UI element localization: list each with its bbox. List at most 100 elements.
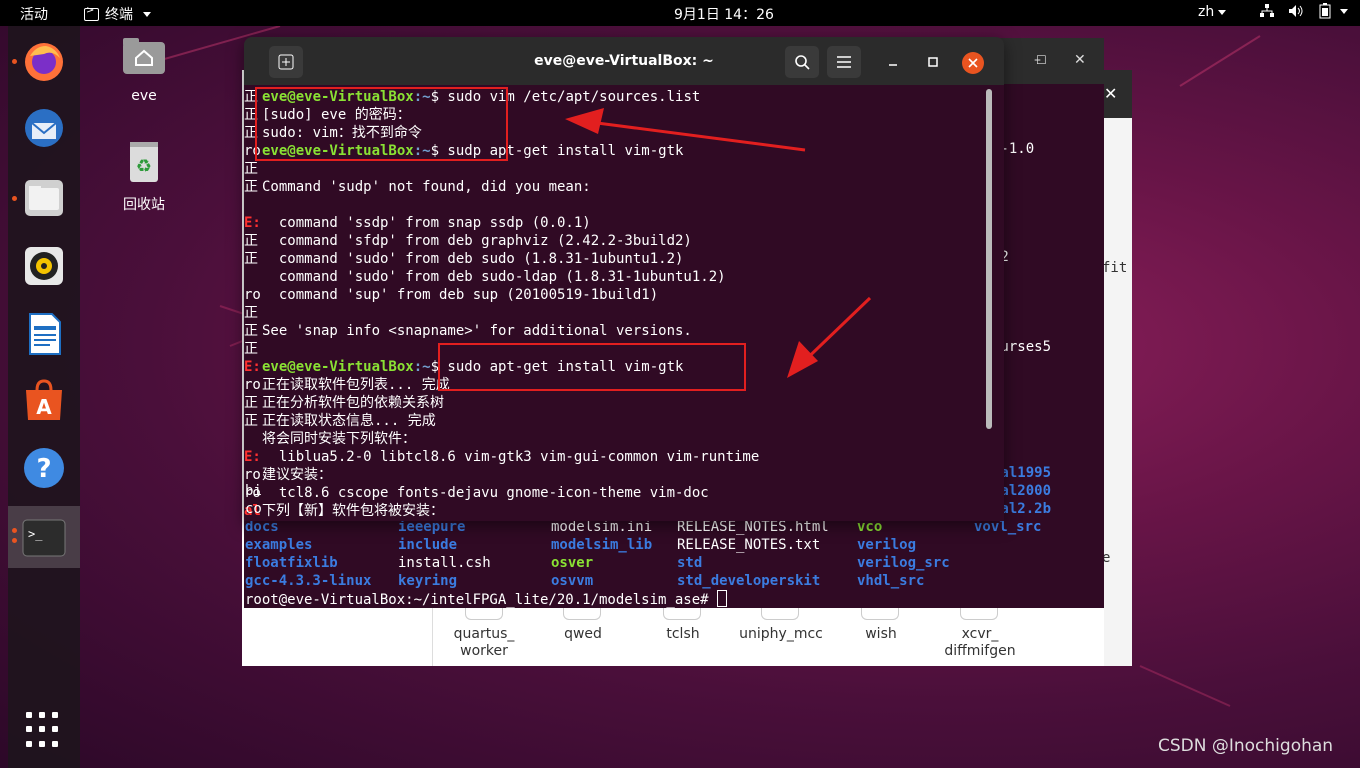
software-bag-icon: A [26, 379, 62, 420]
file-manager-divider [432, 600, 433, 666]
dock-terminal[interactable]: >_ [22, 516, 66, 560]
volume-icon [1289, 5, 1303, 17]
gutter-text: 正 [244, 179, 258, 195]
root-prompt-line[interactable]: root@eve-VirtualBox:~/intelFPGA_lite/20.… [245, 590, 728, 609]
file-icon [861, 608, 899, 620]
battery-icon [1319, 3, 1331, 19]
gutter-text: 正 [244, 395, 258, 411]
listing-item: std_developerskit [677, 573, 821, 589]
gutter-text: ro [244, 287, 261, 303]
dock-help[interactable]: ? [22, 446, 66, 490]
file-icon [563, 608, 601, 620]
maximize-icon[interactable]: ☐ [1036, 53, 1047, 67]
dock-running-indicator [12, 59, 17, 64]
file-item-label[interactable]: quartus_ worker [439, 626, 529, 660]
desktop-trash-label: 回收站 [123, 197, 165, 213]
file-manager-fragment: fit [1102, 260, 1128, 276]
svg-text:?: ? [36, 454, 51, 484]
terminal-line: command 'sudo' from deb sudo-ldap (1.8.3… [262, 269, 726, 285]
desktop-home-folder[interactable]: eve [104, 34, 184, 104]
show-applications-button[interactable] [26, 712, 62, 748]
annotation-box [255, 87, 508, 161]
desktop-home-label: eve [131, 88, 157, 104]
close-icon[interactable]: ✕ [1104, 84, 1117, 103]
watermark: CSDN @Inochigohan [1158, 736, 1334, 756]
listing-item: verilog [857, 537, 917, 553]
clock[interactable]: 9月1日 14：26 [674, 4, 774, 24]
listing-item: modelsim_lib [551, 537, 653, 553]
file-item-label[interactable]: tclsh [638, 626, 728, 643]
terminal-line: 建议安装： [262, 467, 332, 483]
terminal-line: command 'ssdp' from snap ssdp (0.0.1) [262, 215, 591, 231]
dock-running-indicator [12, 528, 17, 533]
file-item-label[interactable]: uniphy_mcc [736, 626, 826, 643]
trash-icon: ♻ [130, 142, 158, 182]
listing-item: std [677, 555, 703, 571]
file-icon [663, 608, 701, 620]
terminal-line: liblua5.2-0 libtcl8.6 vim-gtk3 vim-gui-c… [262, 449, 760, 465]
terminal-icon: >_ [22, 519, 66, 557]
close-icon[interactable]: ✕ [1074, 52, 1086, 68]
gutter-text: E: [244, 449, 261, 465]
terminal-titlebar[interactable]: eve@eve-VirtualBox: ~ [244, 37, 1004, 85]
dock-running-indicator [12, 538, 17, 543]
terminal-cursor [717, 590, 728, 607]
gutter-text: E: [244, 215, 261, 231]
terminal-line: 将会同时安装下列软件： [262, 431, 416, 447]
input-method-label: zh [1198, 4, 1215, 20]
network-icon [1260, 4, 1274, 17]
dock-thunderbird[interactable] [22, 106, 66, 150]
input-method-button[interactable]: zh [1198, 4, 1227, 20]
gutter-text: 正 [244, 413, 258, 429]
gutter-text: 正 [244, 161, 258, 177]
system-tray[interactable] [1260, 3, 1348, 19]
terminal-line: tcl8.6 cscope fonts-dejavu gnome-icon-th… [262, 485, 709, 501]
home-folder-icon [123, 38, 165, 74]
chevron-down-icon [1340, 8, 1348, 14]
file-item-label[interactable]: xcvr_ diffmifgen [935, 626, 1025, 660]
file-icon [761, 608, 799, 620]
close-icon [968, 58, 978, 68]
svg-text:>_: >_ [28, 527, 43, 541]
folder-icon [25, 180, 63, 216]
listing-item: vhdl_src [857, 573, 925, 589]
help-icon: ? [24, 448, 64, 488]
terminal-scrollbar[interactable] [986, 89, 992, 429]
top-bar: 活动 终端 9月1日 14：26 zh [0, 0, 1360, 26]
close-button[interactable] [962, 52, 984, 74]
gutter-text: ro [244, 377, 261, 393]
dock-libreoffice-writer[interactable] [22, 312, 66, 356]
dock-rhythmbox[interactable] [22, 244, 66, 288]
gutter-text: 正 [244, 323, 258, 339]
dock-files[interactable] [22, 176, 66, 220]
firefox-icon [25, 43, 63, 81]
file-item-label[interactable]: qwed [538, 626, 628, 643]
desktop-trash[interactable]: ♻ 回收站 [104, 140, 184, 214]
file-item-label[interactable]: wish [836, 626, 926, 643]
dock-firefox[interactable] [22, 40, 66, 84]
maximize-button[interactable] [924, 53, 942, 71]
dock-software-center[interactable]: A [22, 378, 66, 422]
minimize-button[interactable] [884, 53, 902, 71]
root-prompt: root@eve-VirtualBox:~/intelFPGA_lite/20.… [245, 592, 718, 608]
terminal-line: 正在分析软件包的依赖关系树 [262, 395, 444, 411]
chevron-down-icon [143, 11, 151, 17]
listing-item: gcc-4.3.3-linux [245, 573, 372, 589]
menu-button[interactable] [827, 46, 861, 78]
hamburger-menu-icon [837, 56, 851, 68]
dock-running-indicator [12, 196, 17, 201]
chevron-down-icon [1218, 9, 1227, 15]
svg-text:A: A [36, 395, 52, 419]
gutter-text: 正 [244, 251, 258, 267]
listing-item: examples [245, 537, 313, 553]
minimize-icon [889, 64, 897, 66]
file-icon [960, 608, 998, 620]
terminal-line: 下列【新】软件包将被安装： [262, 503, 444, 519]
search-button[interactable] [785, 46, 819, 78]
activities-button[interactable]: 活动 [20, 4, 48, 24]
svg-text:♻: ♻ [136, 156, 152, 177]
prompt-user: eve@eve-VirtualBox [262, 359, 414, 375]
listing-item: floatfixlib [245, 555, 338, 571]
app-menu-button[interactable]: 终端 [84, 4, 151, 24]
dock: A ? >_ [8, 26, 80, 768]
